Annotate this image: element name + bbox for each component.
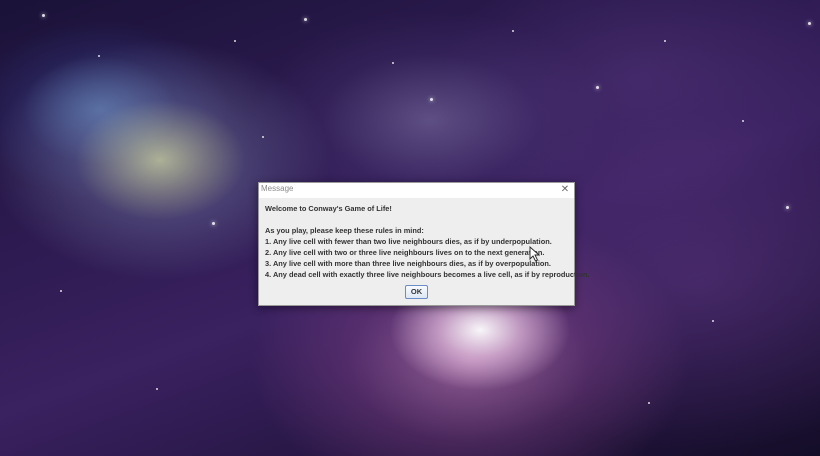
rule-text: 1. Any live cell with fewer than two liv… <box>265 237 552 246</box>
intro-text: As you play, please keep these rules in … <box>265 226 424 235</box>
rule-text: 4. Any dead cell with exactly three live… <box>265 270 590 279</box>
star <box>664 40 666 42</box>
mouse-pointer-icon <box>529 246 541 262</box>
star <box>786 206 789 209</box>
star <box>808 22 811 25</box>
star <box>430 98 433 101</box>
star <box>304 18 307 21</box>
dialog-titlebar[interactable]: Message ✕ <box>259 183 574 198</box>
star <box>60 290 62 292</box>
star <box>392 62 394 64</box>
star <box>262 136 264 138</box>
rule-text: 2. Any live cell with two or three live … <box>265 248 545 257</box>
star <box>648 402 650 404</box>
star <box>212 222 215 225</box>
close-icon: ✕ <box>560 184 570 195</box>
star <box>234 40 236 42</box>
star <box>742 120 744 122</box>
star <box>42 14 45 17</box>
star <box>712 320 714 322</box>
close-button[interactable]: ✕ <box>559 183 571 197</box>
dialog-message: Welcome to Conway's Game of Life! As you… <box>265 203 590 280</box>
star <box>98 55 100 57</box>
dialog-title: Message <box>261 184 294 193</box>
rule-text: 3. Any live cell with more than three li… <box>265 259 551 268</box>
star <box>156 388 158 390</box>
star <box>512 30 514 32</box>
message-dialog: Message ✕ Welcome to Conway's Game of Li… <box>258 182 590 306</box>
ok-button[interactable]: OK <box>405 285 428 299</box>
welcome-text: Welcome to Conway's Game of Life! <box>265 204 392 213</box>
star <box>596 86 599 89</box>
